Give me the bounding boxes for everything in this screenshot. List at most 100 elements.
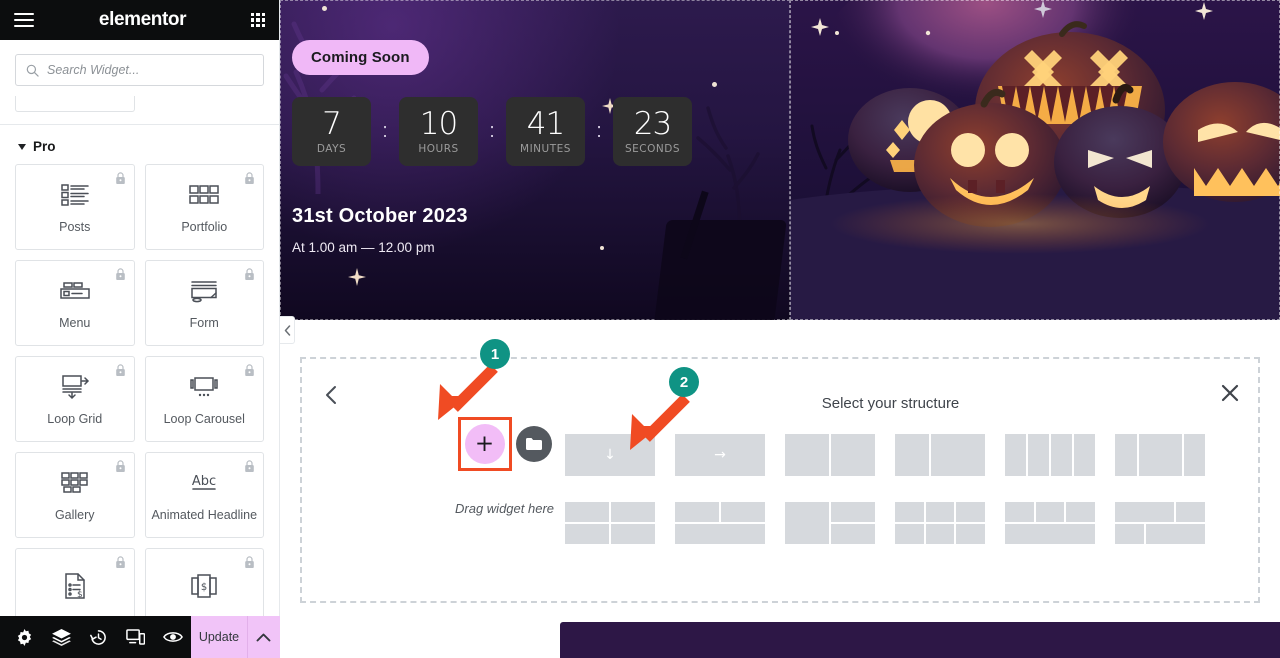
- structure-cell: [675, 524, 765, 544]
- chevron-up-icon: [257, 633, 271, 641]
- structure-cell: [1005, 524, 1095, 544]
- widget-label: Animated Headline: [151, 508, 258, 522]
- countdown-value: 23: [633, 105, 672, 142]
- structure-cell: [1183, 434, 1205, 476]
- collapse-panel-button[interactable]: [280, 316, 295, 344]
- structure-cell: [895, 434, 929, 476]
- lock-icon: [115, 172, 125, 184]
- structure-cell: [1028, 434, 1049, 476]
- layers-icon: [52, 628, 71, 646]
- responsive-devices-icon: [126, 629, 145, 645]
- countdown-separator: :: [382, 120, 388, 142]
- widget-card-price-list[interactable]: $: [15, 548, 135, 619]
- widget-card-menu[interactable]: Menu: [15, 260, 135, 346]
- countdown-value: 10: [419, 105, 458, 142]
- price-list-icon: $: [58, 571, 92, 601]
- widget-label: Posts: [59, 220, 91, 234]
- structure-cell: [925, 524, 955, 544]
- preview-button[interactable]: [154, 616, 191, 658]
- widget-card-loop-carousel[interactable]: Loop Carousel: [144, 356, 264, 442]
- search-box[interactable]: [15, 54, 264, 86]
- widget-card-posts[interactable]: Posts: [15, 164, 135, 250]
- search-input[interactable]: [47, 63, 253, 77]
- widget-card-portfolio[interactable]: Portfolio: [144, 164, 264, 250]
- structure-option-three-top-one-bottom[interactable]: [1005, 502, 1096, 544]
- structure-cell: [1035, 502, 1065, 522]
- structure-cell: [1115, 502, 1174, 522]
- structure-cell: [721, 502, 765, 522]
- dot-sparkle: [600, 246, 604, 250]
- hero-image-column[interactable]: [790, 0, 1280, 320]
- countdown-label: MINUTES: [520, 143, 571, 156]
- hero-time-text: At 1.00 am — 12.00 pm: [292, 240, 435, 255]
- structure-cell: [831, 524, 875, 544]
- widget-category-label: Pro: [33, 139, 56, 154]
- elementor-logo-text: elementor: [98, 9, 187, 30]
- widget-label: Gallery: [54, 508, 95, 522]
- search-icon: [26, 64, 39, 77]
- countdown-value: 7: [322, 105, 342, 142]
- lock-icon: [245, 364, 254, 376]
- page-footer-strip: [560, 622, 1280, 658]
- history-button[interactable]: [80, 616, 117, 658]
- structure-cell: [611, 524, 655, 544]
- responsive-mode-button[interactable]: [117, 616, 154, 658]
- structure-option-mixed-two-two[interactable]: [1115, 502, 1205, 544]
- eye-icon: [162, 632, 183, 642]
- structure-column: [831, 502, 875, 544]
- lock-icon: [115, 364, 125, 376]
- hero-countdown-column[interactable]: Coming Soon 7 DAYS : 10 HOURS : 41 MINUT…: [280, 0, 790, 320]
- widget-card-gallery[interactable]: Gallery: [15, 452, 135, 538]
- structure-cell: [1005, 502, 1034, 522]
- grid-apps-icon[interactable]: [251, 13, 265, 27]
- structure-option-two-wide-left[interactable]: [895, 434, 985, 476]
- widget-card-price-table[interactable]: $: [144, 548, 264, 619]
- widget-card-animated-headline[interactable]: Abc Animated Headline: [144, 452, 264, 538]
- structure-option-grid-3x2[interactable]: [895, 502, 986, 544]
- structure-cell: [1115, 434, 1137, 476]
- countdown-timer: 7 DAYS : 10 HOURS : 41 MINUTES : 23 SECO…: [292, 97, 692, 166]
- structure-cell: [675, 502, 719, 522]
- lock-icon: [245, 556, 254, 568]
- animated-headline-icon: Abc: [187, 468, 221, 498]
- widget-category-pro[interactable]: Pro: [0, 125, 279, 164]
- settings-button[interactable]: [6, 616, 43, 658]
- hero-section[interactable]: Coming Soon 7 DAYS : 10 HOURS : 41 MINUT…: [280, 0, 1280, 320]
- structure-cell: [1074, 434, 1095, 476]
- structure-cell: [1005, 434, 1026, 476]
- add-new-element-plus-button[interactable]: +: [464, 424, 505, 464]
- navigator-button[interactable]: [43, 616, 80, 658]
- countdown-separator: :: [596, 120, 602, 142]
- annotation-badge-1: 1: [480, 339, 510, 369]
- structure-cell: [956, 524, 986, 544]
- widget-card-form[interactable]: Form: [144, 260, 264, 346]
- structure-cell: [785, 434, 829, 476]
- structure-option-four-equal[interactable]: [1005, 434, 1095, 476]
- structure-option-two-top-one-bottom[interactable]: [675, 502, 765, 544]
- structure-cell: [1175, 502, 1205, 522]
- countdown-separator: :: [489, 120, 495, 142]
- structure-cell: [956, 502, 986, 522]
- elementor-widgets-panel: elementor Pro: [0, 0, 280, 658]
- annotation-arrow-1: [438, 364, 498, 420]
- countdown-value: 41: [526, 105, 565, 142]
- widget-card-loop-grid[interactable]: Loop Grid: [15, 356, 135, 442]
- form-icon: [187, 276, 221, 306]
- caret-down-icon: [18, 143, 26, 150]
- structure-option-three-wide-middle[interactable]: [1115, 434, 1205, 476]
- structure-option-grid-2x2[interactable]: [565, 502, 655, 544]
- structure-option-two-equal[interactable]: [785, 434, 875, 476]
- scrolled-widget-card-stub: [15, 96, 135, 112]
- structure-option-left-full-right-split[interactable]: [785, 502, 875, 544]
- chevron-left-icon[interactable]: [324, 385, 338, 405]
- loop-grid-icon: [58, 372, 92, 402]
- countdown-unit-seconds: 23 SECONDS: [613, 97, 692, 166]
- structure-cell: [1051, 434, 1072, 476]
- countdown-unit-minutes: 41 MINUTES: [506, 97, 585, 166]
- widget-grid: Posts Portfolio Menu Form Loop Grid Loop…: [0, 164, 279, 619]
- hamburger-icon[interactable]: [14, 12, 34, 28]
- dot-sparkle: [712, 82, 717, 87]
- widget-label: Portfolio: [181, 220, 228, 234]
- update-button[interactable]: Update: [191, 616, 247, 658]
- update-options-caret-button[interactable]: [246, 616, 280, 658]
